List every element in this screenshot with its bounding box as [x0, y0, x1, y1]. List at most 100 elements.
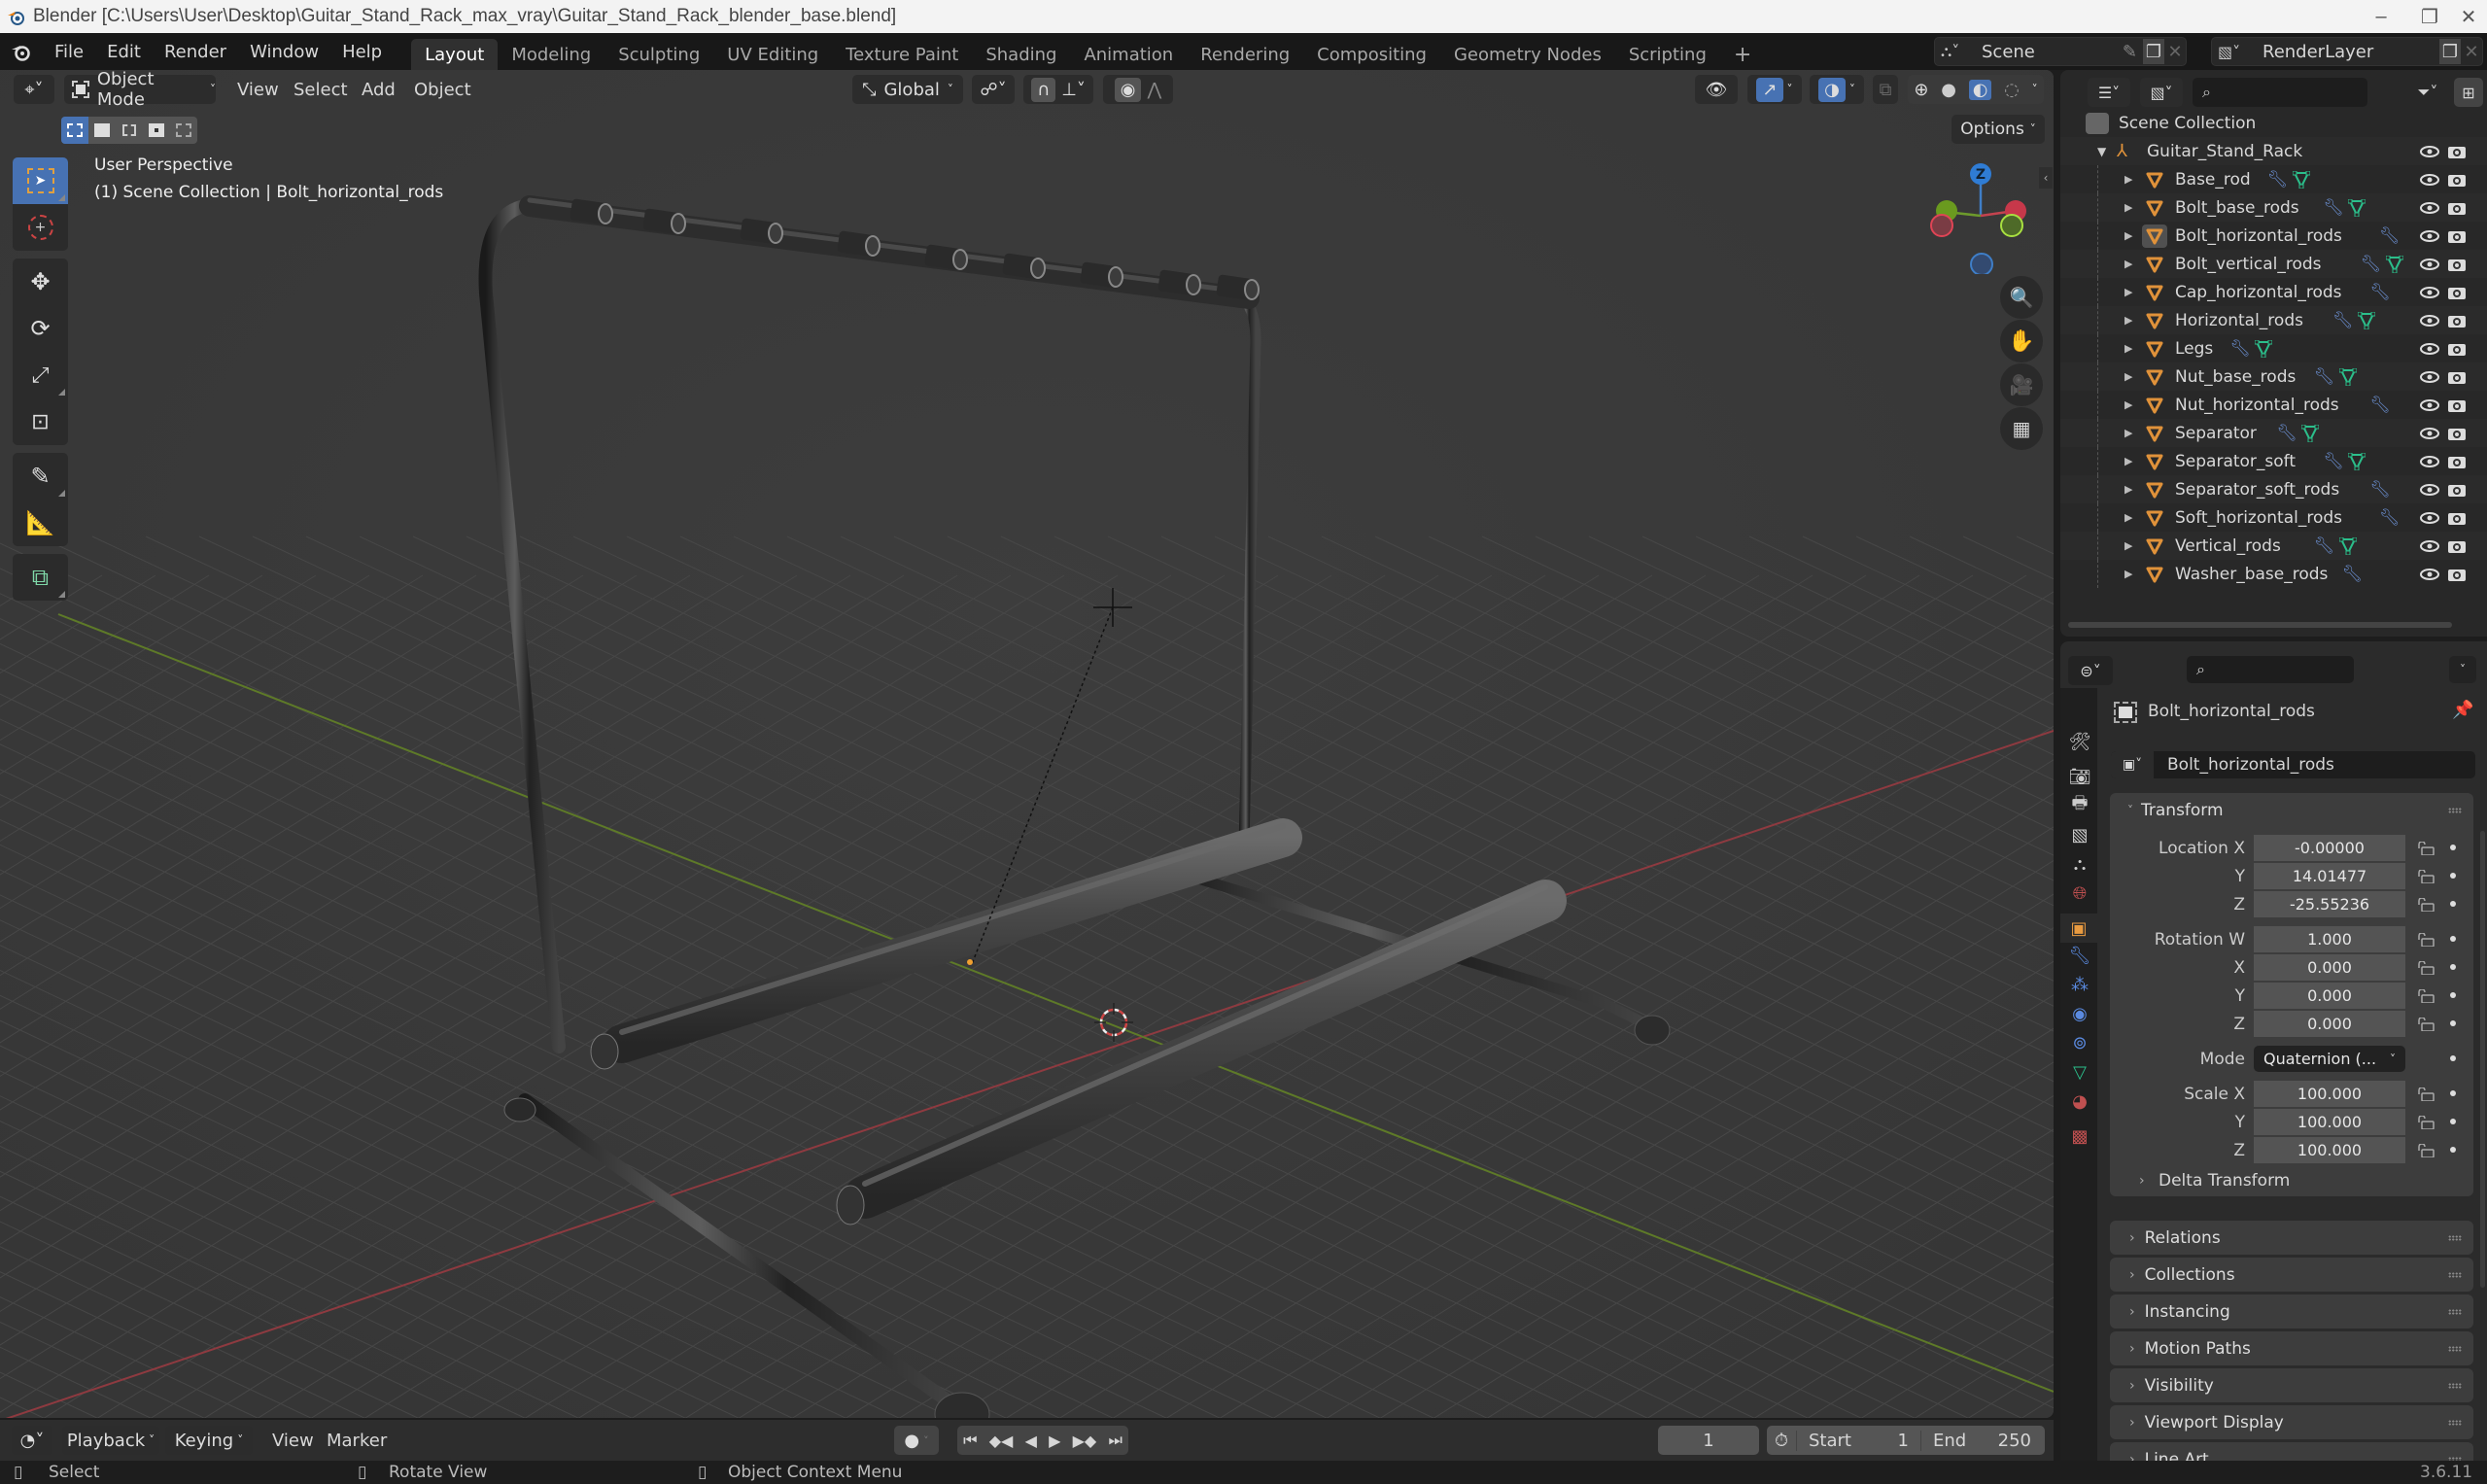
mesh-data-icon[interactable]	[2348, 453, 2366, 470]
start-frame-field[interactable]: Start 1	[1796, 1430, 1920, 1451]
properties-search-input[interactable]: ⌕	[2187, 656, 2354, 683]
gizmo-neg-y[interactable]	[2000, 214, 2023, 237]
tab-sculpting[interactable]: Sculpting	[604, 39, 713, 70]
shading-solid-icon[interactable]: ●	[1941, 80, 1956, 100]
location-x-field[interactable]: -0.00000	[2254, 835, 2405, 861]
lock-icon[interactable]	[2417, 933, 2435, 947]
select-intersect-icon[interactable]	[170, 117, 197, 144]
outliner-item[interactable]: ▶ Washer_base_rods 🔧︎	[2060, 560, 2487, 588]
visibility-eye-icon[interactable]	[2420, 540, 2439, 552]
drag-handle-icon[interactable]	[2448, 1345, 2462, 1352]
blender-menu-icon[interactable]	[0, 41, 43, 62]
visibility-eye-icon[interactable]	[2420, 174, 2439, 186]
tab-animation[interactable]: Animation	[1070, 39, 1187, 70]
playback-menu[interactable]: Playback ˅	[62, 1426, 159, 1455]
render-camera-icon[interactable]	[2447, 257, 2467, 272]
view-layer-selector[interactable]: ▧˅ RenderLayer ❐ ✕	[2211, 37, 2483, 66]
mesh-data-icon[interactable]	[2348, 199, 2366, 217]
location-z-field[interactable]: -25.55236	[2254, 891, 2405, 917]
end-frame-field[interactable]: End 250	[1920, 1430, 2043, 1451]
add-workspace-button[interactable]: +	[1720, 39, 1765, 70]
proportional-editing-toggle[interactable]: ◉ ⋀	[1103, 75, 1173, 104]
modifier-wrench-icon[interactable]: 🔧︎	[2332, 311, 2354, 330]
keyframe-dot-icon[interactable]	[2450, 936, 2456, 942]
modifier-wrench-icon[interactable]: 🔧︎	[2276, 424, 2297, 443]
tool-scale[interactable]: ⤢	[13, 352, 68, 398]
properties-tab-world[interactable]: 🌐︎	[2065, 879, 2094, 908]
visibility-eye-icon[interactable]	[2420, 512, 2439, 524]
outliner-scene-collection[interactable]: Scene Collection	[2060, 109, 2487, 137]
play-icon[interactable]: ▶	[1049, 1432, 1060, 1450]
render-camera-icon[interactable]	[2447, 144, 2467, 159]
scale-z-field[interactable]: 100.000	[2254, 1137, 2405, 1163]
expand-icon[interactable]: ▶	[2124, 483, 2132, 496]
mesh-data-icon[interactable]	[2338, 537, 2357, 555]
properties-tab-modifiers[interactable]: 🔧︎	[2065, 941, 2094, 970]
shading-wireframe-icon[interactable]: ⊕	[1914, 80, 1928, 100]
expand-icon[interactable]: ▶	[2124, 398, 2132, 411]
modifier-wrench-icon[interactable]: 🔧︎	[2369, 480, 2391, 500]
panel-visibility[interactable]: › Visibility	[2110, 1368, 2473, 1402]
menu-window[interactable]: Window	[238, 33, 330, 70]
next-keyframe-icon[interactable]: ▶◆	[1073, 1432, 1097, 1450]
tool-move[interactable]: ✥	[13, 259, 68, 305]
modifier-wrench-icon[interactable]: 🔧︎	[2361, 255, 2382, 274]
outliner-item[interactable]: ▶ Separator 🔧︎	[2060, 419, 2487, 447]
expand-icon[interactable]: ▶	[2124, 370, 2132, 383]
render-camera-icon[interactable]	[2447, 510, 2467, 526]
drag-handle-icon[interactable]	[2448, 1419, 2462, 1426]
visibility-eye-icon[interactable]	[2420, 315, 2439, 327]
lock-icon[interactable]	[2417, 989, 2435, 1003]
keyframe-dot-icon[interactable]	[2450, 1090, 2456, 1096]
3d-viewport[interactable]: ⌖˅ Object Mode ˅ View Select Add Object ⤡…	[0, 70, 2054, 1418]
tool-select-box[interactable]: ➤	[13, 157, 68, 204]
render-camera-icon[interactable]	[2447, 228, 2467, 244]
navigation-gizmo[interactable]: Z	[1924, 157, 2031, 274]
location-y-field[interactable]: 14.01477	[2254, 863, 2405, 889]
panel-viewport-display[interactable]: › Viewport Display	[2110, 1405, 2473, 1439]
rotation-x-field[interactable]: 0.000	[2254, 954, 2405, 981]
properties-tab-material[interactable]: ◕	[2065, 1087, 2094, 1116]
keyframe-dot-icon[interactable]	[2450, 1119, 2456, 1124]
expand-icon[interactable]: ▶	[2124, 173, 2132, 186]
scale-y-field[interactable]: 100.000	[2254, 1109, 2405, 1135]
modifier-wrench-icon[interactable]: 🔧︎	[2379, 508, 2401, 528]
render-camera-icon[interactable]	[2447, 285, 2467, 300]
play-reverse-icon[interactable]: ◀	[1025, 1432, 1037, 1450]
render-camera-icon[interactable]	[2447, 172, 2467, 188]
rotation-z-field[interactable]: 0.000	[2254, 1011, 2405, 1037]
xray-toggle[interactable]: ⧉	[1873, 75, 1898, 104]
drag-handle-icon[interactable]	[2448, 1308, 2462, 1315]
mesh-data-icon[interactable]	[2358, 312, 2375, 329]
snap-toggle[interactable]: ∩ ⊥˅	[1023, 75, 1093, 104]
expand-icon[interactable]: ▶	[2124, 286, 2132, 298]
mesh-data-icon[interactable]	[2292, 171, 2310, 189]
mesh-data-icon[interactable]	[2385, 256, 2403, 273]
visibility-eye-icon[interactable]	[2420, 146, 2439, 157]
outliner-item[interactable]: ▶ Bolt_vertical_rods 🔧︎	[2060, 250, 2487, 278]
transform-panel-header[interactable]: ˅ Transform	[2110, 793, 2473, 828]
zoom-view-button[interactable]: 🔍	[2000, 276, 2043, 319]
shading-material-icon[interactable]: ◐	[1968, 79, 1992, 100]
mesh-data-icon[interactable]	[2338, 368, 2357, 386]
modifier-wrench-icon[interactable]: 🔧︎	[2323, 198, 2344, 218]
visibility-eye-icon[interactable]	[2420, 456, 2439, 467]
properties-tab-render[interactable]: 📷︎	[2065, 762, 2094, 791]
select-new-icon[interactable]	[61, 117, 88, 144]
transform-orientation-selector[interactable]: ⤡ Global ˅	[852, 75, 963, 104]
editor-type-button[interactable]: ⌖˅	[14, 75, 54, 104]
tab-layout[interactable]: Layout	[411, 39, 499, 70]
rotation-w-field[interactable]: 1.000	[2254, 926, 2405, 952]
visibility-eye-icon[interactable]	[2420, 569, 2439, 580]
selectability-button[interactable]: 👁	[1695, 75, 1738, 104]
modifier-wrench-icon[interactable]: 🔧︎	[2379, 226, 2401, 246]
properties-tab-view-layer[interactable]: ▧	[2065, 820, 2094, 849]
sidebar-toggle[interactable]: ‹	[2039, 167, 2053, 189]
keyframe-dot-icon[interactable]	[2450, 964, 2456, 970]
expand-icon[interactable]: ▶	[2124, 511, 2132, 524]
outliner-item[interactable]: ▶ Separator_soft_rods 🔧︎	[2060, 475, 2487, 503]
tab-modeling[interactable]: Modeling	[498, 39, 604, 70]
ortho-toggle-button[interactable]: ▦	[2000, 407, 2043, 450]
visibility-eye-icon[interactable]	[2420, 371, 2439, 383]
properties-tab-particles[interactable]: ⁂	[2065, 970, 2094, 999]
